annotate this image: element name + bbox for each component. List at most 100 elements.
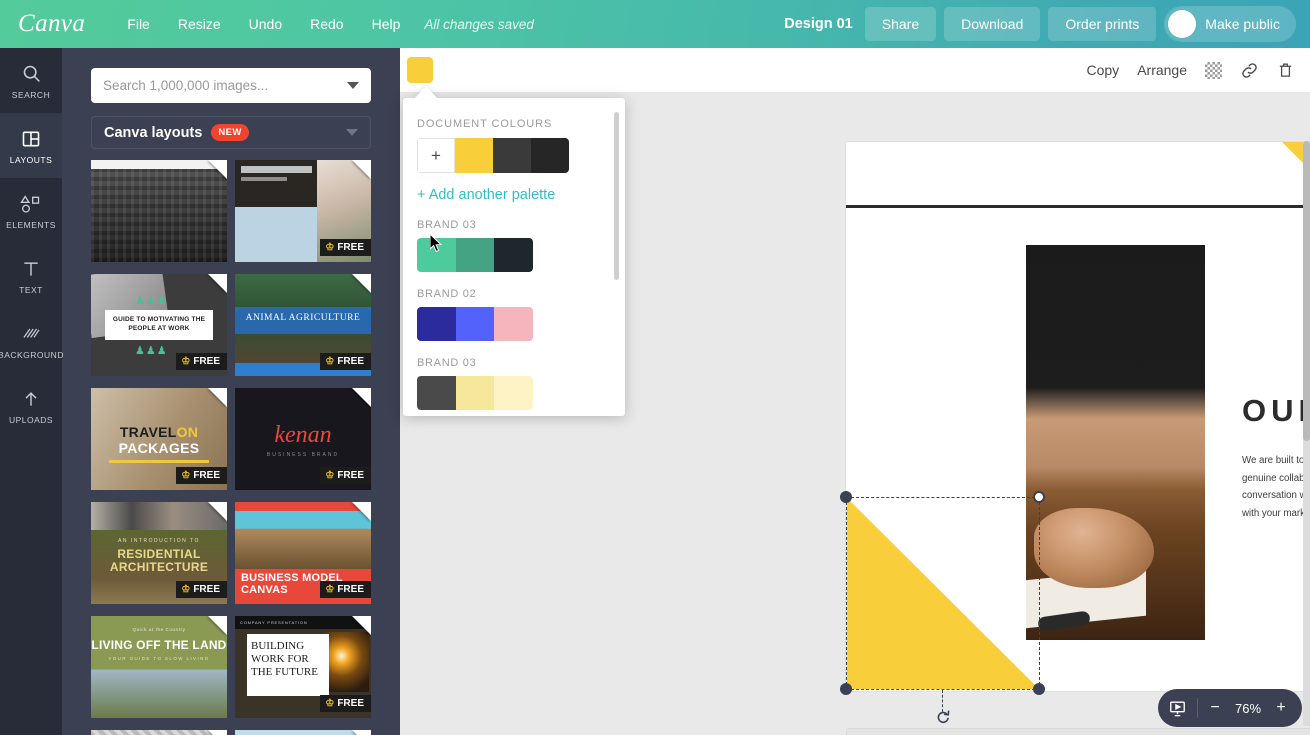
page-photo[interactable] [1026, 245, 1205, 640]
add-palette-link[interactable]: + Add another palette [417, 187, 625, 203]
search-input[interactable] [103, 78, 347, 93]
palette-swatch[interactable] [455, 238, 495, 272]
thumb-title: LIVING OFF THE LAND [91, 638, 227, 652]
color-swatch-button[interactable] [407, 57, 433, 83]
transparency-icon[interactable] [1205, 61, 1222, 79]
share-button[interactable]: Share [864, 7, 937, 41]
make-public-toggle[interactable]: Make public [1164, 6, 1296, 42]
resize-handle-bottom-left[interactable] [840, 683, 852, 695]
present-icon[interactable] [1168, 699, 1187, 718]
palette-row [417, 376, 533, 410]
document-colour-swatch[interactable] [493, 138, 531, 173]
palette-swatch[interactable] [494, 376, 533, 410]
menu-item-resize[interactable]: Resize [164, 10, 235, 38]
popup-scrollbar[interactable] [614, 112, 619, 280]
sidebar-item-search[interactable]: SEARCH [0, 48, 62, 113]
corner-fold-icon [352, 502, 371, 521]
palette-swatch[interactable] [417, 307, 456, 341]
canvas-scrollbar[interactable] [1303, 141, 1310, 726]
crown-icon: ♔ [325, 470, 335, 481]
sidebar-item-elements[interactable]: ELEMENTS [0, 178, 62, 243]
layouts-dropdown[interactable]: Canva layouts NEW [91, 116, 371, 149]
sidebar-label-layouts: LAYOUTS [9, 154, 53, 165]
corner-fold-icon [352, 616, 371, 635]
layout-thumbnail-grid: ♔ FREE ♟♟♟ GUIDE TO MOTIVATING THE PEOPL… [91, 160, 383, 735]
canva-logo[interactable]: Canva [18, 10, 85, 38]
corner-fold-icon [208, 616, 227, 635]
corner-fold-icon [352, 730, 371, 735]
sidebar-label-uploads: UPLOADS [8, 414, 54, 425]
text-icon [21, 257, 41, 281]
thumb-title: TRAVELON [119, 424, 199, 440]
scrollbar-thumb[interactable] [1303, 141, 1310, 441]
palette-swatch[interactable] [455, 376, 495, 410]
toolbar-actions: Copy Arrange [1087, 61, 1295, 80]
link-icon[interactable] [1240, 61, 1259, 80]
mission-heading[interactable]: OUR MISSION [1242, 393, 1310, 429]
thumb-title: GUIDE TO MOTIVATING THE PEOPLE AT WORK [112, 316, 206, 332]
free-badge: ♔ FREE [320, 695, 371, 712]
zoom-out-button[interactable]: − [1208, 699, 1222, 717]
list-item[interactable]: AN INTRODUCTION TO RESIDENTIAL ARCHITECT… [91, 502, 227, 604]
resize-handle-bottom-right[interactable] [1033, 683, 1045, 695]
search-field-wrap[interactable] [91, 68, 371, 103]
crown-icon: ♔ [325, 356, 335, 367]
add-colour-button[interactable]: + [417, 138, 455, 173]
free-badge: ♔ FREE [176, 467, 227, 484]
zoom-level: 76% [1234, 700, 1262, 716]
design-title[interactable]: Design 01 [784, 16, 853, 32]
palette-swatch[interactable] [494, 307, 533, 341]
arrange-button[interactable]: Arrange [1137, 62, 1187, 78]
menu-item-redo[interactable]: Redo [296, 10, 357, 38]
list-item[interactable] [91, 160, 227, 262]
list-item[interactable]: BRAND INC MARKETING PLAN FISCAL YEAR 202… [91, 730, 227, 735]
chevron-down-icon[interactable] [347, 82, 359, 89]
sidebar-item-uploads[interactable]: UPLOADS [0, 373, 62, 438]
copy-button[interactable]: Copy [1087, 62, 1120, 78]
free-badge: ♔ FREE [320, 581, 371, 598]
resize-handle-top-right[interactable] [1033, 491, 1045, 503]
main-menu: File Resize Undo Redo Help All changes s… [113, 10, 534, 38]
list-item[interactable]: COMPANY PRESENTATION BUILDING WORK FOR T… [235, 616, 371, 718]
list-item[interactable]: TRAVEL & TOURS ALL ABOARD [235, 730, 371, 735]
palette-swatch[interactable] [417, 376, 456, 410]
thumb-caption: YOUR GUIDE TO SLOW LIVING [108, 656, 210, 661]
layouts-dropdown-label: Canva layouts [104, 124, 203, 141]
menu-item-file[interactable]: File [113, 10, 164, 38]
thumb-title: BUILDING WORK FOR THE FUTURE [251, 640, 318, 678]
corner-fold-icon [352, 160, 371, 179]
list-item[interactable]: ANIMAL AGRICULTURE ♔ FREE [235, 274, 371, 376]
resize-handle-top-left[interactable] [840, 491, 852, 503]
free-badge: ♔ FREE [320, 239, 371, 256]
thumb-title-2: PACKAGES [118, 440, 200, 456]
add-new-page-button[interactable]: + Add a new page [846, 728, 1310, 735]
menu-item-help[interactable]: Help [358, 10, 415, 38]
zoom-in-button[interactable]: + [1274, 699, 1288, 717]
sidebar-item-background[interactable]: BACKGROUND [0, 308, 63, 373]
menu-item-undo[interactable]: Undo [235, 10, 296, 38]
list-item[interactable]: ♔ FREE [235, 160, 371, 262]
people-icon: ♟♟♟ [135, 345, 168, 357]
palette-swatch[interactable] [494, 238, 533, 272]
list-item[interactable]: TRAVELON PACKAGES ♔ FREE [91, 388, 227, 490]
rotate-handle[interactable] [934, 708, 952, 726]
corner-fold-icon [208, 730, 227, 735]
corner-fold-icon [208, 274, 227, 293]
document-colour-swatch[interactable] [531, 138, 569, 173]
mission-body-text[interactable]: We are built to work directly with all o… [1242, 452, 1310, 522]
document-colour-swatch[interactable] [455, 138, 493, 173]
trash-icon[interactable] [1277, 61, 1294, 80]
sidebar-item-text[interactable]: TEXT [0, 243, 62, 308]
list-item[interactable]: ♟♟♟ GUIDE TO MOTIVATING THE PEOPLE AT WO… [91, 274, 227, 376]
free-badge: ♔ FREE [320, 353, 371, 370]
palette-swatch[interactable] [455, 307, 495, 341]
sidebar-item-layouts[interactable]: LAYOUTS [0, 113, 62, 178]
list-item[interactable]: BUSINESS MODEL CANVAS ♔ FREE [235, 502, 371, 604]
palette-title: BRAND 02 [417, 288, 477, 300]
chevron-down-icon[interactable] [346, 129, 358, 136]
order-prints-button[interactable]: Order prints [1048, 7, 1157, 41]
list-item[interactable]: Quick at the Country LIVING OFF THE LAND… [91, 616, 227, 718]
corner-fold-icon [352, 274, 371, 293]
list-item[interactable]: kenan BUSINESS BRAND ♔ FREE [235, 388, 371, 490]
download-button[interactable]: Download [944, 7, 1041, 41]
